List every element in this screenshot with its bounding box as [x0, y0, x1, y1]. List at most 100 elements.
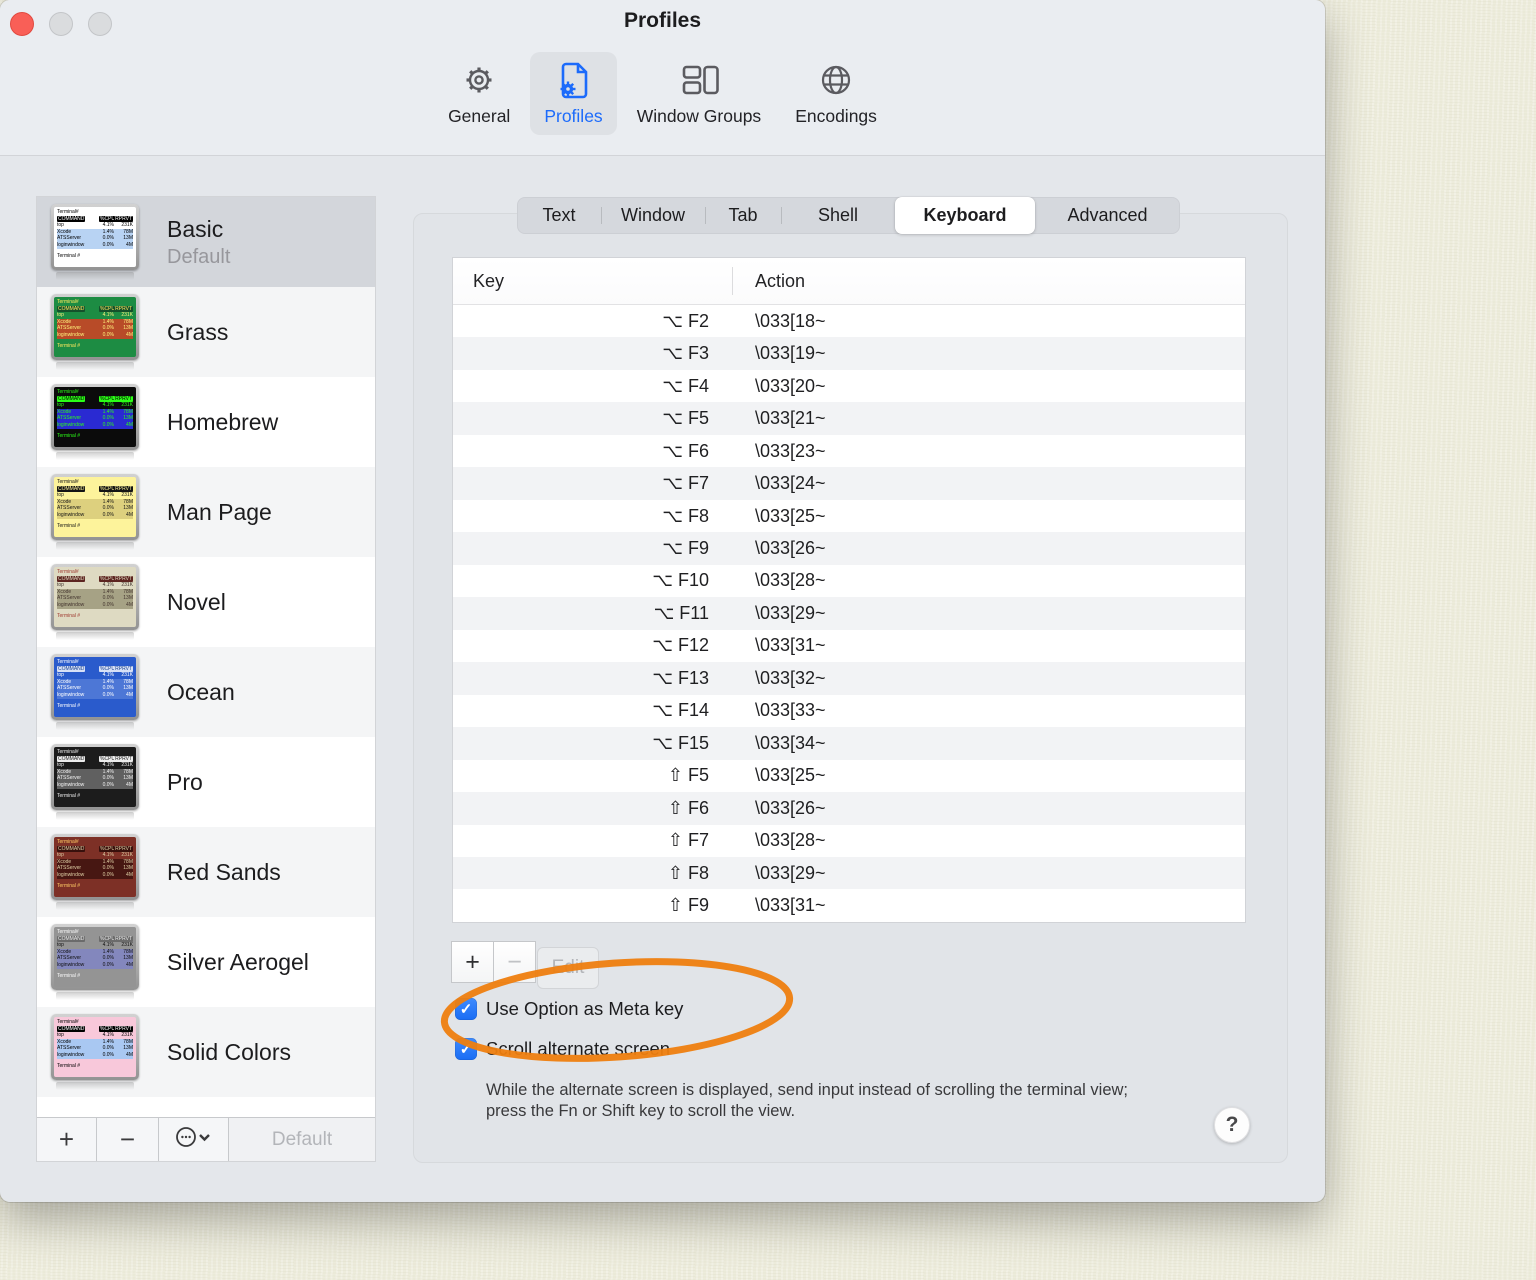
action-cell: \033[18~ [755, 310, 826, 331]
profile-thumbnail: Terminal# COMMAND %CPU RPRVT top 4.1% 231K Xcod… [51, 474, 139, 550]
sidebar-profile-man-page[interactable]: Terminal# COMMAND %CPU RPRVT top 4.1% 231K Xcod… [37, 467, 375, 557]
toolbar-item-window-groups[interactable]: Window Groups [623, 52, 776, 135]
sidebar-profile-homebrew[interactable]: Terminal# COMMAND %CPU RPRVT top 4.1% 231K Xcod… [37, 377, 375, 467]
key-cell: ⌥ F11 [653, 602, 709, 623]
profile-actions-menu-button[interactable] [159, 1118, 229, 1161]
sidebar-footer: + − Default [37, 1117, 375, 1161]
key-bindings-table: Key Action ⌥ F2 \033[18~ ⌥ F3 \033[19~ ⌥ F4 \… [453, 258, 1245, 922]
scroll-alternate-screen-checkbox-row: ✓ Scroll alternate screen [455, 1038, 670, 1060]
key-cell: ⇧ F7 [667, 830, 709, 851]
table-row[interactable]: ⌥ F10 \033[28~ [453, 564, 1245, 598]
table-row[interactable]: ⌥ F9 \033[26~ [453, 532, 1245, 565]
toolbar: General Profiles Window Groups Encodings [0, 52, 1325, 135]
action-column-header: Action [755, 270, 806, 291]
key-cell: ⌥ F3 [662, 343, 709, 364]
table-row[interactable]: ⌥ F13 \033[32~ [453, 662, 1245, 695]
table-body: ⌥ F2 \033[18~ ⌥ F3 \033[19~ ⌥ F4 \033[20~ ⌥ F5… [453, 305, 1245, 922]
table-row[interactable]: ⌥ F4 \033[20~ [453, 369, 1245, 403]
sidebar-profile-basic[interactable]: Terminal# COMMAND %CPU RPRVT top 4.1% 231K Xcod… [37, 197, 375, 287]
globe-icon [816, 58, 856, 102]
action-cell: \033[23~ [755, 440, 826, 461]
profile-subtitle: Default [167, 245, 231, 268]
table-row[interactable]: ⌥ F2 \033[18~ [453, 305, 1245, 338]
help-button[interactable]: ? [1214, 1107, 1250, 1143]
tab-tab[interactable]: Tab [705, 197, 781, 234]
toolbar-label: Window Groups [636, 106, 762, 126]
sidebar-profile-ocean[interactable]: Terminal# COMMAND %CPU RPRVT top 4.1% 231K Xcod… [37, 647, 375, 737]
action-cell: \033[19~ [755, 343, 826, 364]
toolbar-item-encodings[interactable]: Encodings [781, 52, 891, 135]
preferences-window: Profiles General Profiles Window Groups … [0, 0, 1325, 1202]
remove-profile-button[interactable]: − [97, 1118, 159, 1161]
table-row[interactable]: ⇧ F6 \033[26~ [453, 792, 1245, 825]
key-cell: ⌥ F15 [652, 732, 709, 753]
table-row[interactable]: ⇧ F7 \033[28~ [453, 824, 1245, 857]
profile-name: Man Page [167, 498, 272, 525]
table-row[interactable]: ⇧ F8 \033[29~ [453, 856, 1245, 890]
profile-name: Ocean [167, 678, 235, 705]
table-row[interactable]: ⌥ F14 \033[33~ [453, 694, 1245, 728]
add-binding-button[interactable]: + [451, 941, 494, 983]
use-option-as-meta-checkbox[interactable]: ✓ [455, 998, 477, 1020]
profile-name: Silver Aerogel [167, 948, 309, 975]
sidebar-profile-novel[interactable]: Terminal# COMMAND %CPU RPRVT top 4.1% 231K Xcod… [37, 557, 375, 647]
sidebar-profile-solid-colors[interactable]: Terminal# COMMAND %CPU RPRVT top 4.1% 231K Xcod… [37, 1007, 375, 1097]
table-row[interactable]: ⌥ F11 \033[29~ [453, 597, 1245, 630]
gear-icon [459, 58, 499, 102]
action-cell: \033[33~ [755, 700, 826, 721]
key-cell: ⌥ F5 [662, 408, 709, 429]
profile-name: Solid Colors [167, 1038, 291, 1065]
key-cell: ⇧ F8 [667, 862, 709, 883]
edit-binding-button[interactable]: Edit [537, 947, 599, 989]
scroll-alternate-screen-checkbox[interactable]: ✓ [455, 1038, 477, 1060]
titlebar: Profiles General Profiles Window Groups … [0, 0, 1325, 156]
sidebar-profile-red-sands[interactable]: Terminal# COMMAND %CPU RPRVT top 4.1% 231K Xcod… [37, 827, 375, 917]
action-cell: \033[28~ [755, 830, 826, 851]
profile-name: Novel [167, 588, 226, 615]
ellipsis-circle-icon [174, 1125, 214, 1154]
profile-list: Terminal# COMMAND %CPU RPRVT top 4.1% 231K Xcod… [37, 197, 375, 1118]
toolbar-item-general[interactable]: General [434, 52, 524, 135]
key-cell: ⌥ F14 [652, 700, 709, 721]
action-cell: \033[31~ [755, 635, 826, 656]
checkbox-label: Use Option as Meta key [486, 998, 684, 1019]
action-cell: \033[26~ [755, 538, 826, 559]
table-row[interactable]: ⌥ F7 \033[24~ [453, 467, 1245, 500]
tab-window[interactable]: Window [601, 197, 705, 234]
tab-keyboard[interactable]: Keyboard [895, 197, 1035, 234]
checkbox-label: Scroll alternate screen [486, 1038, 671, 1059]
default-button[interactable]: Default [229, 1118, 375, 1161]
table-row[interactable]: ⌥ F3 \033[19~ [453, 337, 1245, 370]
table-row[interactable]: ⌥ F15 \033[34~ [453, 727, 1245, 760]
table-row[interactable]: ⇧ F5 \033[25~ [453, 759, 1245, 793]
action-cell: \033[21~ [755, 408, 826, 429]
profile-tabs: Text Window Tab Shell Keyboard Advanced [517, 197, 1180, 234]
profile-sidebar: Terminal# COMMAND %CPU RPRVT top 4.1% 231K Xcod… [36, 196, 376, 1162]
sidebar-profile-grass[interactable]: Terminal# COMMAND %CPU RPRVT top 4.1% 231K Xcod… [37, 287, 375, 377]
table-row[interactable]: ⌥ F12 \033[31~ [453, 629, 1245, 663]
remove-binding-button[interactable]: − [493, 941, 536, 983]
table-row[interactable]: ⌥ F8 \033[25~ [453, 499, 1245, 533]
add-profile-button[interactable]: + [37, 1118, 97, 1161]
profile-name: Pro [167, 768, 203, 795]
key-cell: ⌥ F13 [652, 667, 709, 688]
tab-shell[interactable]: Shell [781, 197, 895, 234]
table-row[interactable]: ⌥ F5 \033[21~ [453, 402, 1245, 435]
sidebar-profile-silver-aerogel[interactable]: Terminal# COMMAND %CPU RPRVT top 4.1% 231K Xcod… [37, 917, 375, 1007]
toolbar-item-profiles[interactable]: Profiles [530, 52, 617, 135]
action-cell: \033[31~ [755, 895, 826, 916]
key-column-header: Key [453, 258, 733, 304]
tab-text[interactable]: Text [517, 197, 601, 234]
table-row[interactable]: ⇧ F9 \033[31~ [453, 889, 1245, 922]
action-cell: \033[28~ [755, 570, 826, 591]
table-row[interactable]: ⌥ F6 \033[23~ [453, 434, 1245, 468]
key-cell: ⌥ F8 [662, 505, 709, 526]
toolbar-label: General [448, 106, 511, 126]
key-cell: ⇧ F5 [667, 765, 709, 786]
action-cell: \033[29~ [755, 862, 826, 883]
profile-thumbnail: Terminal# COMMAND %CPU RPRVT top 4.1% 231K Xcod… [51, 654, 139, 730]
sidebar-profile-pro[interactable]: Terminal# COMMAND %CPU RPRVT top 4.1% 231K Xcod… [37, 737, 375, 827]
key-cell: ⌥ F4 [662, 375, 709, 396]
tab-advanced[interactable]: Advanced [1035, 197, 1180, 234]
profile-name: Basic [167, 215, 224, 242]
